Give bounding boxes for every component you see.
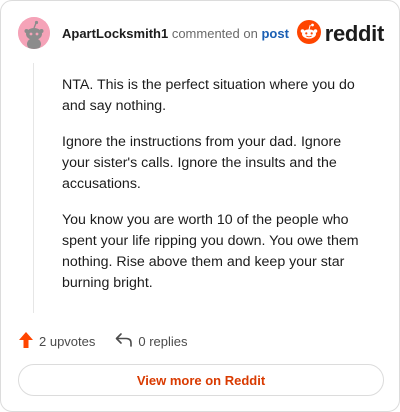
upvote-button[interactable]: 2 upvotes	[18, 331, 95, 352]
upvote-arrow-icon	[18, 331, 34, 352]
comment-meta: ApartLocksmith1 commented on post	[62, 26, 289, 41]
upvotes-count: 2 upvotes	[39, 333, 96, 349]
replies-count: 0 replies	[138, 333, 188, 349]
replies-button[interactable]: 0 replies	[115, 332, 188, 351]
comment-body: NTA. This is the perfect situation where…	[62, 75, 368, 309]
comment-paragraph: Ignore the instructions from your dad. I…	[62, 134, 342, 192]
comment-paragraph: You know you are worth 10 of the people …	[62, 212, 359, 291]
comment-embed-card: ApartLocksmith1 commented on post reddit	[0, 0, 400, 412]
comment-header: ApartLocksmith1 commented on post reddit	[18, 17, 384, 51]
username-link[interactable]: ApartLocksmith1	[62, 26, 168, 41]
reddit-brand[interactable]: reddit	[296, 19, 385, 49]
comment-actions: 2 upvotes 0 replies	[18, 331, 208, 351]
snoo-avatar-icon[interactable]	[18, 17, 50, 49]
reddit-snoo-icon	[296, 19, 321, 49]
post-link[interactable]: post	[261, 26, 288, 41]
reply-arrow-icon	[115, 332, 133, 351]
view-more-button[interactable]: View more on Reddit	[18, 364, 384, 396]
commented-on-text: commented on	[171, 26, 258, 41]
thread-line	[33, 63, 34, 313]
reddit-wordmark: reddit	[324, 21, 385, 46]
comment-paragraph: NTA. This is the perfect situation where…	[62, 77, 355, 114]
